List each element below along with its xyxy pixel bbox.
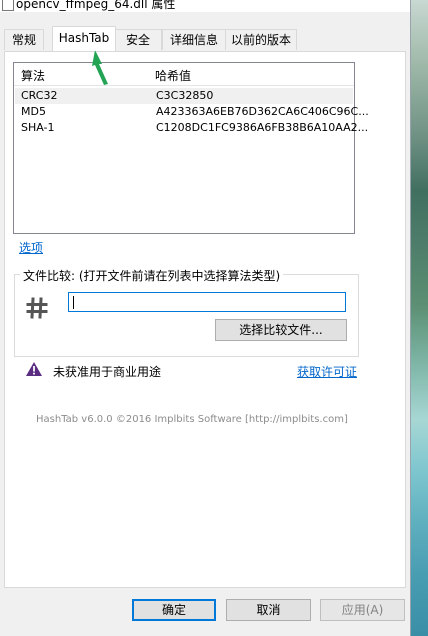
ok-button[interactable]: 确定 — [132, 599, 216, 621]
column-algorithm[interactable]: 算法 — [21, 67, 45, 84]
warning-icon — [26, 362, 42, 376]
text-caret — [73, 296, 74, 309]
compare-hash-input[interactable] — [68, 292, 346, 312]
hash-value: C1208DC1FC9386A6FB38B6A10AA2... — [156, 121, 369, 134]
apply-button[interactable]: 应用(A) — [320, 599, 405, 621]
tab-label: 详细信息 — [169, 33, 218, 47]
list-item[interactable]: MD5 A423363A6EB76D362CA6C406C96C... — [15, 104, 369, 120]
tab-details[interactable]: 详细信息 — [162, 29, 226, 50]
hash-list[interactable]: 算法 哈希值 CRC32 C3C32850 MD5 A423363A6EB76D… — [13, 62, 369, 234]
file-compare-group — [14, 274, 359, 357]
get-license-link[interactable]: 获取许可证 — [297, 363, 357, 380]
algorithm-name: SHA-1 — [21, 121, 55, 134]
list-item[interactable]: SHA-1 C1208DC1FC9386A6FB38B6A10AA2... — [15, 120, 368, 136]
tab-hashtab[interactable]: HashTab — [52, 26, 116, 51]
tab-security[interactable]: 安全 — [114, 29, 162, 50]
hash-value: A423363A6EB76D362CA6C406C96C... — [156, 105, 369, 118]
list-item[interactable]: CRC32 C3C32850 — [15, 88, 353, 104]
annotation-arrow-icon — [92, 50, 108, 85]
tab-previous-versions[interactable]: 以前的版本 — [225, 29, 297, 50]
properties-window: opencv_ffmpeg_64.dll 属性 常规 HashTab 安全 详细… — [0, 0, 411, 636]
file-compare-title: 文件比较: (打开文件前请在列表中选择算法类型) — [20, 267, 284, 284]
select-compare-file-button[interactable]: 选择比较文件... — [215, 319, 347, 341]
tab-label: 常规 — [11, 33, 36, 47]
window-title: opencv_ffmpeg_64.dll 属性 — [16, 0, 176, 11]
hash-icon — [26, 297, 48, 319]
column-hash-value[interactable]: 哈希值 — [155, 67, 191, 84]
list-header: 算法 哈希值 — [14, 63, 354, 86]
algorithm-name: MD5 — [21, 105, 46, 118]
cancel-button[interactable]: 取消 — [226, 599, 311, 621]
tab-label: 安全 — [125, 33, 150, 47]
tab-general[interactable]: 常规 — [4, 29, 44, 50]
tab-label: HashTab — [58, 31, 110, 45]
desktop-wallpaper — [410, 0, 428, 636]
license-warning-text: 未获准用于商业用途 — [53, 365, 162, 379]
algorithm-name: CRC32 — [21, 89, 58, 102]
file-icon — [2, 0, 14, 11]
options-link[interactable]: 选项 — [19, 239, 43, 256]
copyright-text: HashTab v6.0.0 ©2016 Implbits Software [… — [36, 414, 348, 425]
tab-label: 以前的版本 — [230, 33, 291, 47]
title-bar: opencv_ffmpeg_64.dll 属性 — [0, 0, 410, 12]
hash-value: C3C32850 — [156, 89, 214, 102]
